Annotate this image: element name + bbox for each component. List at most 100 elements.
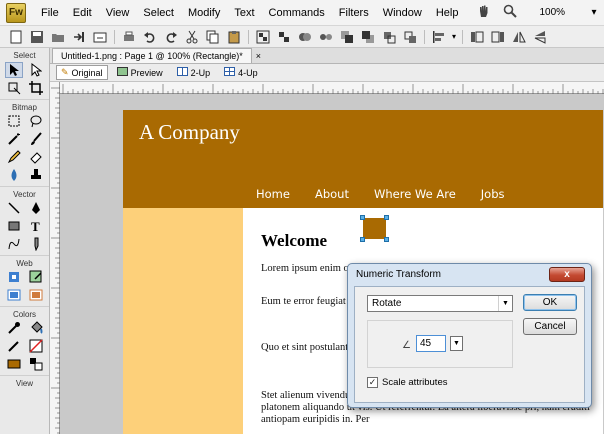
- eyedropper-tool-icon[interactable]: [5, 320, 23, 336]
- no-fill-icon[interactable]: [27, 338, 45, 354]
- nav-home[interactable]: Home: [256, 187, 290, 201]
- blur-tool-icon[interactable]: [5, 167, 23, 183]
- document-tab[interactable]: Untitled-1.png : Page 1 @ 100% (Rectangl…: [52, 48, 252, 63]
- close-document-icon[interactable]: ×: [256, 49, 261, 63]
- toolbar-separator: [462, 29, 464, 44]
- pencil-tool-icon[interactable]: [5, 149, 23, 165]
- chevron-down-icon[interactable]: ▾: [452, 32, 456, 41]
- toolbar-separator: [424, 29, 425, 44]
- transform-type-select[interactable]: Rotate ▼: [367, 295, 513, 312]
- flip-horizontal-icon[interactable]: [511, 29, 527, 45]
- flip-vertical-icon[interactable]: [532, 29, 548, 45]
- show-slices-icon[interactable]: [27, 287, 45, 303]
- marquee-tool-icon[interactable]: [5, 113, 23, 129]
- hide-slices-icon[interactable]: [5, 287, 23, 303]
- copy-icon[interactable]: [205, 29, 221, 45]
- paste-icon[interactable]: [226, 29, 242, 45]
- new-file-icon[interactable]: [8, 29, 24, 45]
- save-icon[interactable]: [29, 29, 45, 45]
- menu-bar: Fw File Edit View Select Modify Text Com…: [0, 0, 604, 26]
- eraser-tool-icon[interactable]: [27, 149, 45, 165]
- toolbar-separator: [248, 29, 249, 44]
- knife-tool-icon[interactable]: [27, 236, 45, 252]
- cancel-button[interactable]: Cancel: [523, 318, 577, 335]
- zoom-tool-icon[interactable]: [503, 4, 518, 21]
- text-tool-icon[interactable]: T: [27, 218, 45, 234]
- selected-rectangle[interactable]: [360, 215, 389, 242]
- welcome-heading[interactable]: Welcome: [261, 231, 327, 251]
- freeform-tool-icon[interactable]: [5, 236, 23, 252]
- swap-colors-icon[interactable]: [27, 356, 45, 372]
- resize-handle[interactable]: [360, 215, 365, 220]
- angle-input[interactable]: 45: [416, 335, 446, 352]
- menu-text[interactable]: Text: [227, 0, 261, 26]
- scale-attributes-checkbox[interactable]: ✓: [367, 377, 378, 388]
- tab-4-up[interactable]: 4-Up: [219, 65, 263, 80]
- menu-view[interactable]: View: [99, 0, 137, 26]
- pen-tool-icon[interactable]: [27, 200, 45, 216]
- pointer-tool-icon[interactable]: [4, 62, 23, 78]
- brush-tool-icon[interactable]: [27, 131, 45, 147]
- group-icon[interactable]: [255, 29, 271, 45]
- resize-handle[interactable]: [384, 215, 389, 220]
- slice-tool-icon[interactable]: [27, 269, 45, 285]
- import-icon[interactable]: [71, 29, 87, 45]
- lasso-tool-icon[interactable]: [27, 113, 45, 129]
- crop-tool-icon[interactable]: [27, 80, 45, 96]
- rubber-stamp-tool-icon[interactable]: [27, 167, 45, 183]
- menu-help[interactable]: Help: [429, 0, 466, 26]
- cut-icon[interactable]: [184, 29, 200, 45]
- rotate-left-icon[interactable]: [469, 29, 485, 45]
- resize-handle[interactable]: [384, 237, 389, 242]
- nav-jobs[interactable]: Jobs: [481, 187, 505, 201]
- redo-icon[interactable]: [163, 29, 179, 45]
- tab-preview[interactable]: Preview: [112, 65, 168, 80]
- company-name[interactable]: A Company: [139, 120, 240, 145]
- menu-modify[interactable]: Modify: [181, 0, 227, 26]
- resize-handle[interactable]: [360, 237, 365, 242]
- open-icon[interactable]: [50, 29, 66, 45]
- nav-about[interactable]: About: [315, 187, 349, 201]
- export-icon[interactable]: [92, 29, 108, 45]
- paint-bucket-tool-icon[interactable]: [27, 320, 45, 336]
- close-button[interactable]: x: [549, 267, 585, 282]
- site-nav: Home About Where We Are Jobs: [256, 187, 530, 201]
- nav-where-we-are[interactable]: Where We Are: [374, 187, 456, 201]
- zoom-select[interactable]: 100% ▾: [535, 7, 596, 18]
- ungroup-icon[interactable]: [276, 29, 292, 45]
- fireworks-logo: Fw: [6, 2, 26, 23]
- bring-front-icon[interactable]: [339, 29, 355, 45]
- send-backward-icon[interactable]: [402, 29, 418, 45]
- fill-color-swatch[interactable]: [5, 356, 23, 372]
- split-icon[interactable]: [318, 29, 334, 45]
- line-tool-icon[interactable]: [5, 200, 23, 216]
- scale-attributes-row[interactable]: ✓ Scale attributes: [367, 377, 447, 388]
- magic-wand-tool-icon[interactable]: [5, 131, 23, 147]
- subselect-tool-icon[interactable]: [27, 62, 45, 78]
- angle-dropdown-button[interactable]: ▼: [450, 336, 463, 351]
- tab-2-up[interactable]: 2-Up: [172, 65, 216, 80]
- menu-edit[interactable]: Edit: [66, 0, 99, 26]
- join-icon[interactable]: [297, 29, 313, 45]
- ok-button[interactable]: OK: [523, 294, 577, 311]
- scale-tool-icon[interactable]: [5, 80, 23, 96]
- print-icon[interactable]: [121, 29, 137, 45]
- tools-section-vector: Vector: [0, 186, 49, 199]
- bring-forward-icon[interactable]: [381, 29, 397, 45]
- tab-original[interactable]: ✎ Original: [56, 65, 108, 80]
- send-back-icon[interactable]: [360, 29, 376, 45]
- align-icon[interactable]: [431, 29, 447, 45]
- stroke-color-swatch[interactable]: [5, 338, 23, 354]
- rotate-right-icon[interactable]: [490, 29, 506, 45]
- menu-commands[interactable]: Commands: [262, 0, 332, 26]
- menu-window[interactable]: Window: [376, 0, 429, 26]
- page-sidebar[interactable]: [123, 208, 243, 434]
- menu-select[interactable]: Select: [136, 0, 181, 26]
- page-header[interactable]: A Company Home About Where We Are Jobs: [123, 110, 603, 208]
- hotspot-tool-icon[interactable]: [5, 269, 23, 285]
- menu-filters[interactable]: Filters: [332, 0, 376, 26]
- hand-tool-icon[interactable]: [477, 4, 491, 21]
- undo-icon[interactable]: [142, 29, 158, 45]
- menu-file[interactable]: File: [34, 0, 66, 26]
- rectangle-tool-icon[interactable]: [5, 218, 23, 234]
